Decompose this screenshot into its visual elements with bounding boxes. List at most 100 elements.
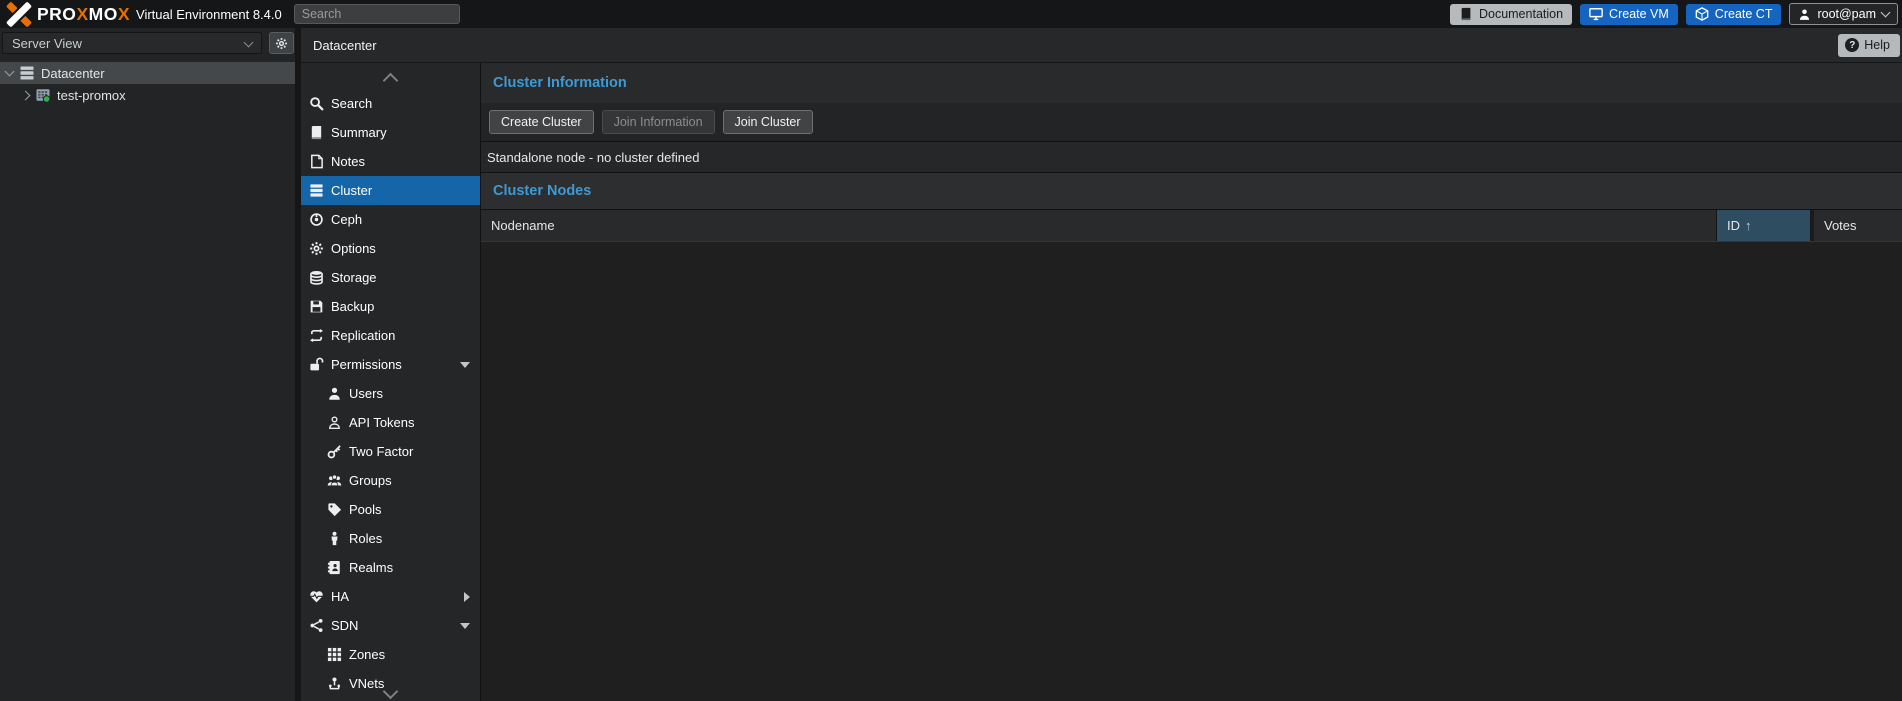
sidebar-item-label: Zones [349,647,385,662]
view-selector-value: Server View [12,36,82,51]
sidebar-item-label: Permissions [331,357,402,372]
chevron-right-icon[interactable] [21,90,31,100]
nodes-table-body [481,242,1902,701]
page-title: Datacenter [313,38,377,53]
sidebar-item-label: Search [331,96,372,111]
sidebar-item-replication[interactable]: Replication [301,321,480,350]
help-button[interactable]: ? Help [1838,34,1900,57]
sidebar-item-realms[interactable]: Realms [301,553,480,582]
sidebar-item-options[interactable]: Options [301,234,480,263]
sidebar-item-zones[interactable]: Zones [301,640,480,669]
column-label: Votes [1824,218,1857,233]
version-label: Virtual Environment 8.4.0 [136,7,282,22]
repeat-icon [309,328,324,343]
chevron-down-icon [383,684,399,700]
tree-item-test-promox[interactable]: test-promox [0,84,295,106]
server-icon [309,183,324,198]
sidebar-item-cluster[interactable]: Cluster [301,176,480,205]
scroll-up-indicator[interactable] [301,63,480,89]
create-cluster-button[interactable]: Create Cluster [489,110,594,134]
chevron-down-icon [1881,8,1891,18]
sidebar-item-label: Options [331,241,376,256]
sidebar-item-roles[interactable]: Roles [301,524,480,553]
grid-icon [327,647,342,662]
user-outline-icon [327,415,342,430]
node-online-icon [35,87,51,103]
sidebar-item-label: Groups [349,473,392,488]
network-icon [309,618,324,633]
sidebar-item-label: Ceph [331,212,362,227]
sidebar-item-label: API Tokens [349,415,415,430]
heartbeat-icon [309,589,324,604]
key-icon [327,444,342,459]
sidebar-item-pools[interactable]: Pools [301,495,480,524]
sidebar-item-two-factor[interactable]: Two Factor [301,437,480,466]
sidebar-item-ha[interactable]: HA [301,582,480,611]
create-ct-button[interactable]: Create CT [1686,4,1782,25]
sidebar-item-label: Two Factor [349,444,413,459]
users-icon [327,473,342,488]
tree-item-label: test-promox [57,88,126,103]
chevron-up-icon [383,72,399,88]
sidebar-item-storage[interactable]: Storage [301,263,480,292]
sidebar-item-api-tokens[interactable]: API Tokens [301,408,480,437]
sidebar-item-label: Storage [331,270,377,285]
column-header-id[interactable]: ID ↑ [1716,210,1814,241]
book-icon [1459,7,1473,21]
sidebar-item-sdn[interactable]: SDN [301,611,480,640]
sidebar-item-label: HA [331,589,349,604]
sidebar-item-label: Replication [331,328,395,343]
question-icon: ? [1845,38,1859,52]
sidebar-item-groups[interactable]: Groups [301,466,480,495]
column-header-nodename[interactable]: Nodename [481,210,1716,241]
scroll-down-indicator[interactable] [301,686,480,700]
cube-icon [1695,7,1709,21]
chevron-down-icon[interactable] [5,67,15,77]
sidebar-item-ceph[interactable]: Ceph [301,205,480,234]
wordmark-segment: PRO [37,4,76,24]
sort-ascending-icon: ↑ [1745,218,1752,233]
section-title: Cluster Information [493,75,627,91]
search-icon [309,96,324,111]
proxmox-wordmark: PROXMOX [37,4,130,25]
wordmark-segment: X [76,4,88,24]
documentation-button[interactable]: Documentation [1450,4,1572,25]
wordmark-segment: X [118,4,130,24]
column-label: Nodename [491,218,555,233]
content-panel: Cluster Information Create Cluster Join I… [481,63,1902,701]
tree-item-datacenter[interactable]: Datacenter [0,62,295,84]
sidebar-item-summary[interactable]: Summary [301,118,480,147]
proxmox-logo-icon [5,2,33,26]
sidebar-item-search[interactable]: Search [301,89,480,118]
book-icon [309,125,324,140]
join-information-button[interactable]: Join Information [602,110,715,134]
create-vm-button[interactable]: Create VM [1580,4,1678,25]
sidebar-item-label: Backup [331,299,374,314]
sidebar-item-backup[interactable]: Backup [301,292,480,321]
resource-tree: Datacenter test-promox [0,62,295,106]
view-settings-button[interactable] [269,32,294,54]
server-icon [19,65,35,81]
ceph-icon [309,212,324,227]
top-bar: PROXMOX Virtual Environment 8.4.0 Docume… [0,0,1902,28]
address-book-icon [327,560,342,575]
user-menu-button[interactable]: root@pam [1789,3,1898,25]
column-header-votes[interactable]: Votes [1814,210,1902,241]
section-title: Cluster Nodes [493,183,591,199]
person-icon [327,531,342,546]
topbar-actions: Documentation Create VM Create CT root@pam [1450,3,1898,25]
sidebar-item-notes[interactable]: Notes [301,147,480,176]
global-search-input[interactable] [294,4,460,24]
join-cluster-button[interactable]: Join Cluster [723,110,813,134]
button-label: Create CT [1715,7,1773,21]
sidebar-item-users[interactable]: Users [301,379,480,408]
standalone-status-text: Standalone node - no cluster defined [487,150,700,165]
tag-icon [327,502,342,517]
note-icon [309,154,324,169]
view-selector-bar: Server View [0,28,295,58]
content-header-bar: Datacenter ? Help [301,28,1902,63]
sidebar-item-permissions[interactable]: Permissions [301,350,480,379]
column-label: ID [1727,218,1740,233]
view-selector-dropdown[interactable]: Server View [2,32,262,54]
cluster-nodes-header: Cluster Nodes [481,173,1902,210]
